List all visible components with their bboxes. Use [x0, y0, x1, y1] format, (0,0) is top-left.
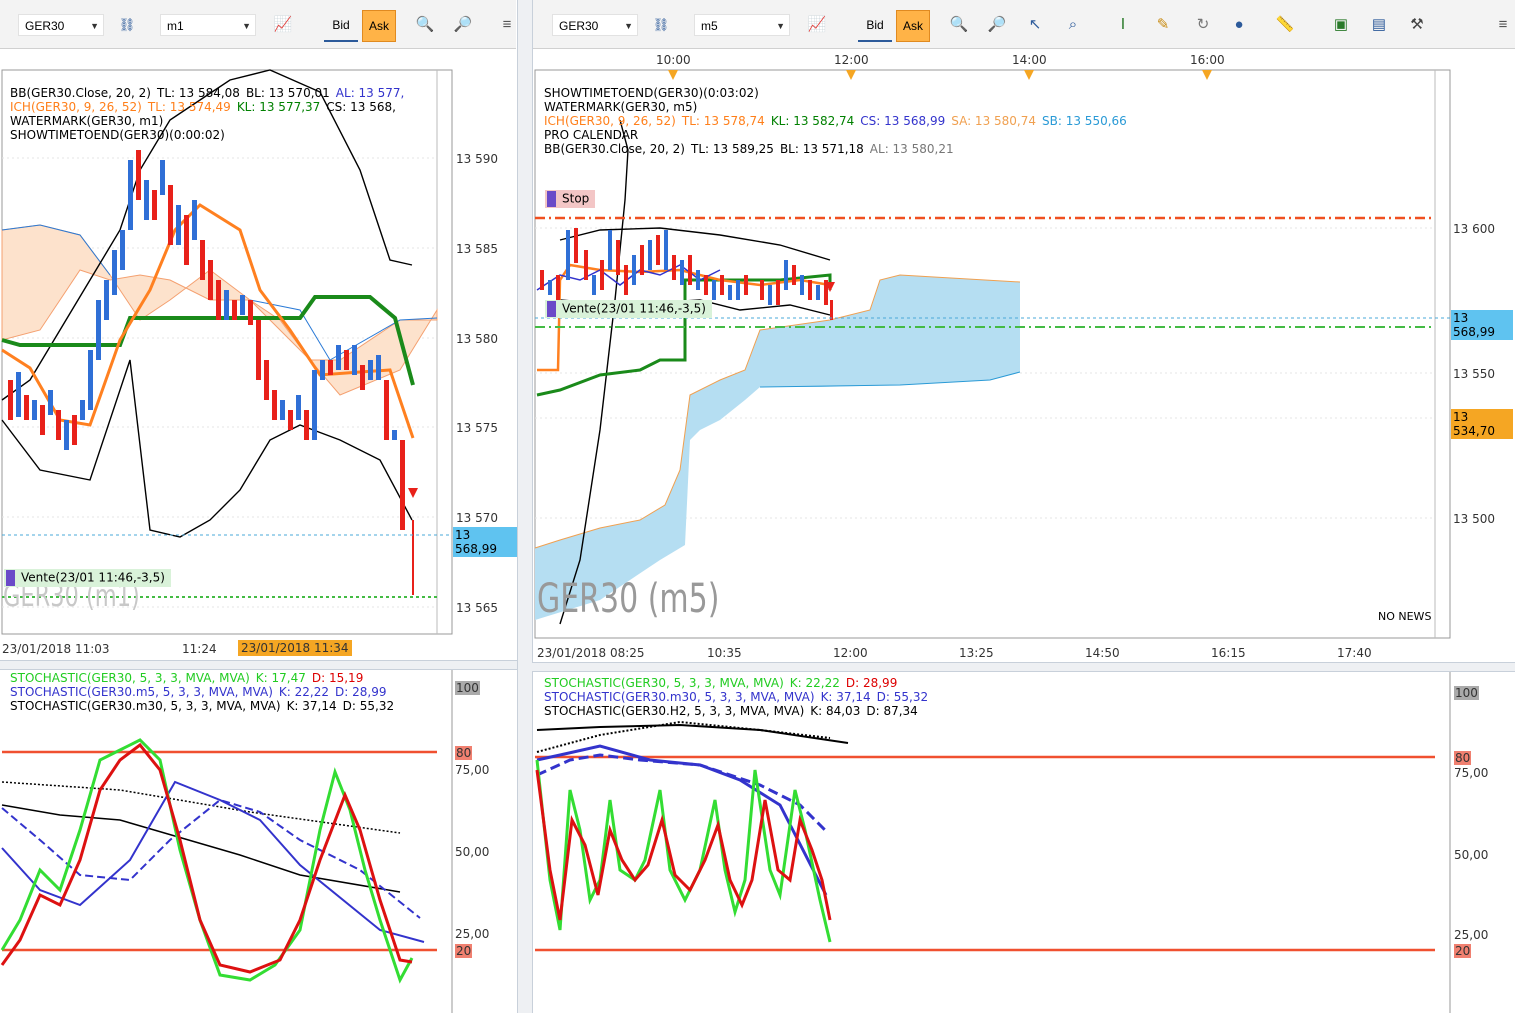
- legend-row: STOCHASTIC(GER30, 5, 3, 3, MVA, MVA) K: 2…: [544, 676, 934, 690]
- legend-item: D: 87,34: [866, 704, 918, 718]
- legend-item: STOCHASTIC(GER30.m30, 5, 3, 3, MVA, MVA): [544, 690, 815, 704]
- legend-item: D: 28,99: [845, 676, 898, 690]
- y-tick: 50,00: [1454, 848, 1489, 862]
- legend-item: STOCHASTIC(GER30, 5, 3, 3, MVA, MVA): [544, 676, 784, 690]
- legend-item: D: 55,32: [876, 690, 929, 704]
- y-tick: 75,00: [1454, 766, 1489, 780]
- legend-item: K: 22,22: [789, 676, 840, 690]
- y-tick: 80: [1454, 751, 1472, 765]
- legend-row: STOCHASTIC(GER30.H2, 5, 3, 3, MVA, MVA) K…: [544, 704, 934, 718]
- legend-item: K: 37,14: [820, 690, 871, 704]
- legend-item: STOCHASTIC(GER30.H2, 5, 3, 3, MVA, MVA): [544, 704, 805, 718]
- right-stoch-canvas[interactable]: [0, 0, 1515, 1013]
- y-tick: 100: [1454, 686, 1479, 700]
- y-tick: 20: [1454, 944, 1472, 958]
- right-stoch-legend: STOCHASTIC(GER30, 5, 3, 3, MVA, MVA) K: 2…: [544, 676, 934, 718]
- legend-item: K: 84,03: [810, 704, 861, 718]
- y-tick: 25,00: [1454, 928, 1489, 942]
- legend-row: STOCHASTIC(GER30.m30, 5, 3, 3, MVA, MVA)…: [544, 690, 934, 704]
